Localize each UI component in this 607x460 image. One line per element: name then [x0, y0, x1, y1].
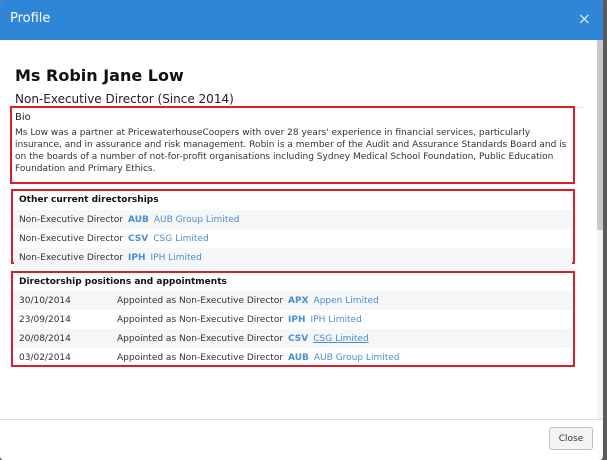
- company-link[interactable]: IPH Limited: [311, 315, 362, 325]
- directorship-row: Non-Executive Director AUB AUB Group Lim…: [14, 210, 572, 229]
- appointment-row: 20/08/2014 Appointed as Non-Executive Di…: [14, 329, 572, 348]
- company-code[interactable]: IPH: [288, 315, 305, 325]
- company-link[interactable]: Appen Limited: [314, 296, 379, 306]
- close-icon[interactable]: ×: [578, 9, 591, 28]
- appointment-row: 03/02/2014 Appointed as Non-Executive Di…: [14, 348, 572, 367]
- directorships-title: Other current directorships: [19, 195, 159, 205]
- company-link[interactable]: CSG Limited: [313, 334, 368, 344]
- directorship-row: Non-Executive Director IPH IPH Limited: [14, 248, 572, 267]
- appointment-text: Appointed as Non-Executive Director: [117, 295, 284, 306]
- modal-header: Profile ×: [0, 0, 603, 40]
- company-code[interactable]: AUB: [288, 353, 309, 363]
- appointment-date: 30/10/2014: [19, 295, 71, 306]
- backdrop-strip: [603, 0, 607, 460]
- appointment-date: 23/09/2014: [19, 314, 71, 325]
- appointment-date: 20/08/2014: [19, 333, 71, 344]
- company-code[interactable]: AUB: [128, 215, 149, 225]
- directorship-role: Non-Executive Director: [19, 214, 124, 225]
- directorship-role: Non-Executive Director: [19, 233, 124, 244]
- close-button[interactable]: Close: [549, 427, 593, 450]
- company-link[interactable]: IPH Limited: [151, 253, 202, 263]
- bio-label: Bio: [15, 112, 31, 123]
- footer-divider: [0, 419, 603, 420]
- company-link[interactable]: AUB Group Limited: [314, 353, 400, 363]
- appointment-row: 23/09/2014 Appointed as Non-Executive Di…: [14, 310, 572, 329]
- modal-title: Profile: [10, 11, 51, 26]
- bio-text: Ms Low was a partner at PricewaterhouseC…: [15, 128, 567, 174]
- directorship-role: Non-Executive Director: [19, 252, 124, 263]
- appointment-text: Appointed as Non-Executive Director: [117, 314, 284, 325]
- profile-modal: Profile × Ms Robin Jane Low Non-Executiv…: [0, 0, 603, 460]
- company-link[interactable]: AUB Group Limited: [154, 215, 240, 225]
- appointment-text: Appointed as Non-Executive Director: [117, 352, 284, 363]
- appointments-title: Directorship positions and appointments: [19, 277, 227, 287]
- appointment-date: 03/02/2014: [19, 352, 71, 363]
- company-code[interactable]: IPH: [128, 253, 145, 263]
- appointment-text: Appointed as Non-Executive Director: [117, 333, 284, 344]
- appointment-row: 30/10/2014 Appointed as Non-Executive Di…: [14, 291, 572, 310]
- company-code[interactable]: APX: [288, 296, 309, 306]
- company-code[interactable]: CSV: [128, 234, 148, 244]
- company-code[interactable]: CSV: [288, 334, 308, 344]
- directorship-row: Non-Executive Director CSV CSG Limited: [14, 229, 572, 248]
- person-name: Ms Robin Jane Low: [15, 66, 184, 85]
- company-link[interactable]: CSG Limited: [153, 234, 208, 244]
- person-role: Non-Executive Director (Since 2014): [15, 92, 234, 106]
